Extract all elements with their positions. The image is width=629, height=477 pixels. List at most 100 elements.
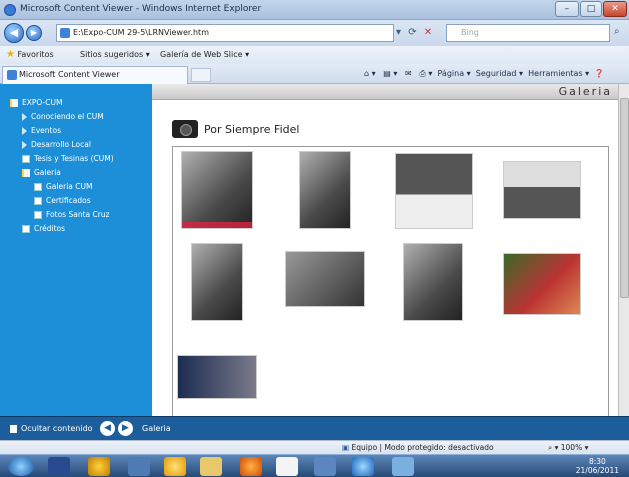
photo-gallery [172, 146, 609, 416]
taskbar-calendar-icon[interactable] [276, 457, 298, 476]
sidebar-item[interactable]: Desarrollo Local [22, 139, 91, 151]
gallery-heading: Por Siempre Fidel [172, 119, 299, 139]
refresh-icon[interactable]: ⟳ [408, 27, 416, 38]
home-icon[interactable]: ⌂ ▾ [364, 69, 376, 78]
sidebar-item-label: Conociendo el CUM [31, 112, 104, 121]
start-button[interactable] [8, 457, 34, 476]
gallery-photo[interactable] [181, 151, 253, 229]
sidebar-item-label: Galeria [34, 168, 61, 177]
forward-button[interactable]: ▶ [26, 25, 42, 41]
previous-button[interactable]: ◀ [100, 421, 115, 436]
tab-favicon-icon [7, 70, 17, 80]
magnifier-icon: ⌕ ▾ [548, 443, 559, 452]
gallery-photo[interactable] [177, 355, 257, 399]
book-icon [22, 169, 30, 177]
help-icon[interactable]: ❓ [594, 69, 604, 78]
gallery-photo[interactable] [285, 251, 365, 307]
tab-label: Microsoft Content Viewer [19, 70, 120, 79]
back-button[interactable]: ◀ [4, 23, 24, 43]
sidebar-item-label: Fotos Santa Cruz [46, 210, 110, 219]
sidebar-item-label: Créditos [34, 224, 66, 233]
content-header: Galeria [152, 84, 618, 100]
tools-menu[interactable]: Herramientas ▾ [528, 69, 589, 78]
next-button[interactable]: ▶ [118, 421, 133, 436]
sidebar-item-label: Certificados [46, 196, 91, 205]
zoom-level: 100% [560, 443, 583, 452]
gallery-title: Por Siempre Fidel [204, 122, 300, 136]
taskbar-ie-icon[interactable] [352, 457, 374, 476]
book-icon [10, 99, 18, 107]
scrollbar-thumb[interactable] [620, 98, 629, 298]
favorites-bar: ★ Favoritos Sitios sugeridos ▾ Galería d… [0, 46, 629, 64]
gallery-photo[interactable] [191, 243, 243, 321]
gallery-photo[interactable] [503, 253, 581, 315]
window-title: Microsoft Content Viewer - Windows Inter… [20, 4, 262, 14]
address-input[interactable]: E:\Expo-CUM 29-5\LRNViewer.htm [56, 24, 394, 42]
dropdown-icon[interactable]: ▾ [396, 27, 401, 38]
sidebar-item-label: Tesis y Tesinas (CUM) [34, 154, 114, 163]
tab-content-viewer[interactable]: Microsoft Content Viewer [2, 66, 188, 84]
vertical-scrollbar[interactable] [618, 84, 629, 416]
stop-icon[interactable]: ✕ [424, 27, 432, 38]
taskbar-app-icon[interactable] [48, 457, 70, 476]
favorites-button[interactable]: ★ Favoritos [6, 46, 54, 64]
clock-date: 21/06/2011 [575, 466, 619, 475]
gallery-photo[interactable] [503, 161, 581, 219]
page-icon [34, 211, 42, 219]
address-tools: ▾ ⟳ ✕ [396, 24, 446, 42]
gallery-photo[interactable] [299, 151, 351, 229]
feeds-icon[interactable]: ▤ ▾ [383, 69, 397, 78]
sidebar-item[interactable]: Tesis y Tesinas (CUM) [22, 153, 114, 165]
page-icon [34, 183, 42, 191]
gallery-photo[interactable] [395, 153, 473, 229]
page-icon [22, 155, 30, 163]
close-button[interactable]: ✕ [603, 1, 627, 17]
sidebar-item[interactable]: Galeria [22, 167, 61, 179]
sidebar-item[interactable]: Eventos [22, 125, 61, 137]
taskbar-firefox-icon[interactable] [240, 457, 262, 476]
suggested-sites-button[interactable]: Sitios sugeridos ▾ [80, 46, 150, 64]
address-url: E:\Expo-CUM 29-5\LRNViewer.htm [73, 28, 209, 37]
taskbar-app-icon[interactable] [314, 457, 336, 476]
mail-icon[interactable]: ✉ [405, 69, 412, 78]
taskbar-app-icon[interactable] [164, 457, 186, 476]
search-input[interactable]: Bing [446, 24, 610, 42]
new-tab-button[interactable] [191, 68, 211, 82]
taskbar-app-icon[interactable] [128, 457, 150, 476]
sidebar-item[interactable]: Galeria CUM [34, 181, 92, 193]
webslice-label: Galería de Web Slice ▾ [160, 50, 250, 59]
sidebar-item[interactable]: Créditos [22, 223, 65, 235]
security-zone-label: Equipo | Modo protegido: desactivado [351, 443, 494, 452]
security-zone: ▣ Equipo | Modo protegido: desactivado [342, 441, 494, 454]
sidebar-item[interactable]: EXPO-CUM [10, 97, 62, 109]
sidebar-item[interactable]: Conociendo el CUM [22, 111, 104, 123]
taskbar-app-icon[interactable] [392, 457, 414, 476]
zoom-control[interactable]: ⌕ ▾ 100% ▾ [548, 441, 588, 454]
hide-contents-label: Ocultar contenido [21, 424, 93, 433]
webslice-gallery-button[interactable]: Galería de Web Slice ▾ [160, 46, 249, 64]
sidebar-item[interactable]: Certificados [34, 195, 91, 207]
taskbar-folder-icon[interactable] [200, 457, 222, 476]
sidebar-item-label: Eventos [31, 126, 61, 135]
viewer-control-bar: Ocultar contenido ◀ ▶ Galeria [0, 416, 629, 440]
system-clock[interactable]: 8:30 21/06/2011 [576, 457, 619, 475]
sidebar-item-label: Desarrollo Local [31, 140, 91, 149]
sidebar-item-label: EXPO-CUM [22, 98, 63, 107]
print-icon[interactable]: ⎙ ▾ [419, 69, 432, 78]
gallery-photo[interactable] [403, 243, 463, 321]
security-menu[interactable]: Seguridad ▾ [476, 69, 523, 78]
hide-contents-button[interactable]: Ocultar contenido [10, 417, 93, 441]
maximize-button[interactable]: □ [580, 1, 602, 17]
page-menu[interactable]: Página ▾ [437, 69, 470, 78]
taskbar-app-icon[interactable] [88, 457, 110, 476]
sidebar-item[interactable]: Fotos Santa Cruz [34, 209, 110, 221]
search-icon[interactable]: ⌕ [614, 26, 620, 37]
minimize-button[interactable]: – [555, 1, 579, 17]
tab-bar: Microsoft Content Viewer ⌂ ▾ ▤ ▾ ✉ ⎙ ▾ P… [0, 64, 629, 84]
title-bar: Microsoft Content Viewer - Windows Inter… [0, 0, 629, 20]
arrow-icon [22, 113, 27, 121]
ie-icon [4, 4, 16, 16]
computer-icon: ▣ [342, 443, 350, 452]
suggested-sites-label: Sitios sugeridos ▾ [80, 50, 150, 59]
panel-icon [10, 424, 17, 433]
